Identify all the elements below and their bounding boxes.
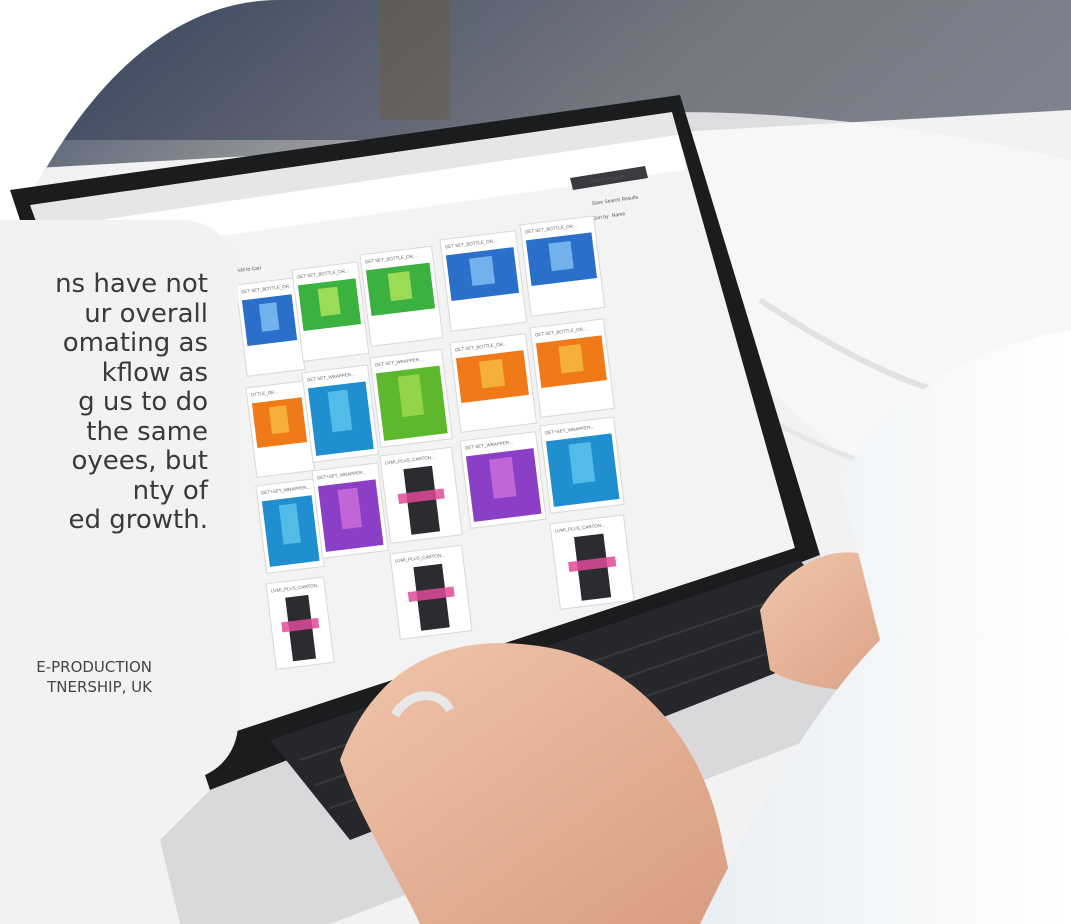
- thumbnail-accent: [258, 302, 280, 332]
- asset-tile[interactable]: LUMI_PLUS_CARTON...: [265, 576, 335, 670]
- thumbnail-accent: [469, 255, 496, 286]
- quote-line: ed growth.: [68, 505, 209, 535]
- asset-tile[interactable]: GET+SET_WRAPPER...: [255, 478, 325, 574]
- asset-tile[interactable]: GET SET_BOTTLE_OR...: [529, 318, 615, 418]
- asset-tile[interactable]: GET SET_BOTTLE_OR...: [439, 230, 528, 332]
- quote-line: kflow as: [101, 357, 208, 388]
- thumbnail-accent: [387, 271, 413, 302]
- asset-tile[interactable]: GET SET_BOTTLE_OR...: [519, 215, 606, 317]
- quote-line: nty of: [132, 475, 208, 506]
- quote-line: omating as: [62, 328, 208, 358]
- asset-tile[interactable]: LUMI_PLUS_CARTON...: [379, 446, 463, 544]
- thumbnail-accent: [268, 405, 290, 435]
- testimonial-attribution: E-PRODUCTION TNERSHIP, UK: [36, 657, 152, 697]
- asset-tile[interactable]: GET SET_WRAPPER...: [301, 364, 380, 463]
- asset-tile[interactable]: GET SET_BOTTLE_OR...: [449, 333, 537, 433]
- asset-tile[interactable]: GET SET_BOTTLE_OR...: [291, 261, 370, 362]
- thumbnail-accent: [558, 343, 584, 374]
- asset-tile[interactable]: GET SET_WRAPPER...: [369, 348, 453, 448]
- attribution-line: TNERSHIP, UK: [47, 678, 152, 696]
- asset-tile[interactable]: LUMI_PLUS_CARTON...: [549, 514, 635, 610]
- thumbnail-accent: [317, 286, 341, 317]
- thumbnail-accent: [479, 358, 506, 389]
- quote-line: ns have not: [55, 269, 208, 299]
- thumbnail-accent: [548, 240, 574, 272]
- asset-tile[interactable]: GET SET_BOTTLE_OR...: [359, 245, 444, 347]
- asset-tile[interactable]: GET+SET_WRAPPER...: [311, 462, 389, 559]
- quote-line: oyees, but: [71, 446, 208, 476]
- quote-line: ur overall: [84, 298, 208, 329]
- asset-tile[interactable]: GET SET_WRAPPER...: [459, 431, 547, 529]
- asset-tile[interactable]: GET+SET_WRAPPER...: [539, 416, 625, 514]
- quote-line: g us to do: [78, 387, 208, 417]
- testimonial-quote: ns have not ur overall omating as kflow as g…: [0, 269, 209, 536]
- attribution-line: E-PRODUCTION: [36, 658, 152, 676]
- thumbnail-accent: [489, 456, 517, 499]
- quote-line: the same: [86, 416, 208, 447]
- asset-tile[interactable]: LUMI_PLUS_CARTON...: [389, 544, 473, 640]
- testimonial-card: ns have not ur overall omating as kflow as g…: [0, 220, 238, 780]
